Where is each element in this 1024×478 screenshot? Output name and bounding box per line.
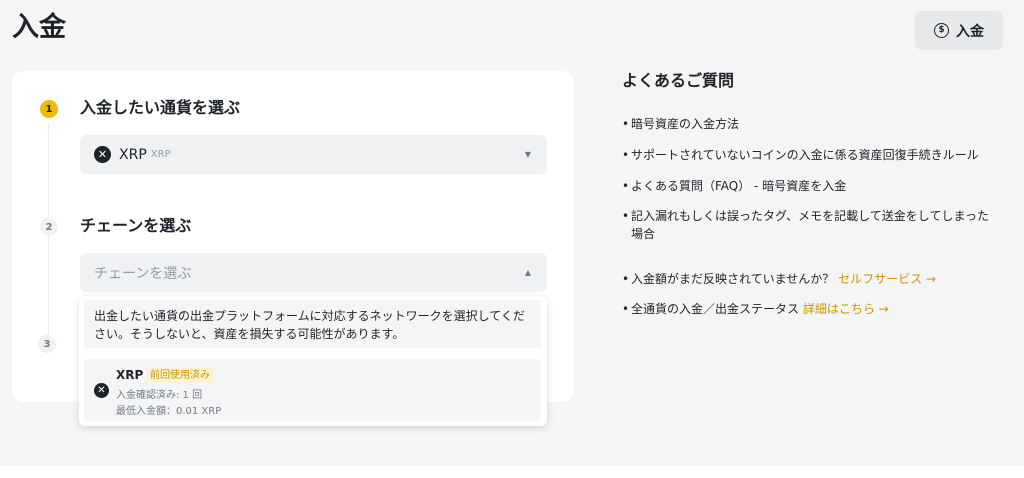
step-3-number: 3: [38, 335, 56, 353]
bullet: •: [622, 148, 630, 162]
chain-select-placeholder: チェーンを選ぶ: [94, 265, 192, 282]
chain-select[interactable]: チェーンを選ぶ ▲: [80, 253, 547, 292]
faq-item-text: 暗号資産の入金方法: [631, 117, 740, 131]
bullet: •: [622, 179, 630, 193]
chain-dropdown: 出金したい通貨の出金プラットフォームに対応するネットワークを選択してください。そ…: [79, 296, 547, 426]
faq-item-recovery-rules[interactable]: • サポートされていないコインの入金に係る資産回復手続きルール: [622, 146, 1002, 164]
step-1-title: 入金したい通貨を選ぶ: [80, 98, 241, 117]
faq-item-faq-deposit[interactable]: • よくある質問（FAQ） - 暗号資産を入金: [622, 177, 1002, 195]
xrp-coin-icon: ✕: [94, 146, 111, 163]
faq-extra-text: 全通貨の入金／出金ステータス: [631, 302, 803, 316]
step-2-number: 2: [40, 218, 58, 236]
coin-icon: $: [934, 23, 949, 38]
previously-used-badge: 前回使用済み: [146, 368, 214, 383]
faq-extra-status: • 全通貨の入金／出金ステータス 詳細はこちら →: [622, 300, 1002, 318]
page-title: 入金: [12, 12, 66, 43]
coin-select-name: XRP: [119, 146, 147, 163]
xrp-coin-icon: ✕: [94, 383, 109, 398]
step-1-number: 1: [40, 100, 58, 118]
bullet: •: [622, 302, 630, 316]
faq-item-deposit-method[interactable]: • 暗号資産の入金方法: [622, 115, 1002, 133]
deposit-button[interactable]: $ 入金: [915, 11, 1003, 50]
chevron-up-icon: ▲: [524, 268, 531, 277]
self-service-link[interactable]: セルフサービス →: [838, 272, 936, 286]
bullet: •: [622, 272, 630, 286]
faq-item-text: サポートされていないコインの入金に係る資産回復手続きルール: [631, 148, 979, 162]
chain-option-min-deposit: 最低入金額：0.01 XRP: [116, 406, 222, 417]
details-link[interactable]: 詳細はこちら →: [803, 302, 889, 316]
chevron-down-icon: ▼: [524, 150, 531, 159]
faq-extra-text: 入金額がまだ反映されていませんか？: [631, 272, 839, 286]
coin-select-sub: XRP: [150, 149, 171, 160]
chain-option-xrp[interactable]: ✕ XRP 前回使用済み 入金確認済み: 1 回 最低入金額：0.01 XRP: [84, 359, 541, 421]
chain-option-confirmations: 入金確認済み: 1 回: [116, 390, 203, 401]
network-warning-notice: 出金したい通貨の出金プラットフォームに対応するネットワークを選択してください。そ…: [84, 300, 541, 348]
faq-item-text: よくある質問（FAQ） - 暗号資産を入金: [631, 179, 847, 193]
coin-select[interactable]: ✕ XRP XRP ▼: [80, 135, 547, 174]
bullet: •: [622, 209, 630, 223]
deposit-button-label: 入金: [956, 23, 984, 40]
faq-title: よくあるご質問: [622, 71, 735, 90]
step-2-title: チェーンを選ぶ: [80, 216, 192, 235]
faq-item-text: 記入漏れもしくは誤ったタグ、メモを記載して送金をしてしまった場合: [631, 209, 989, 241]
faq-item-wrong-tag[interactable]: • 記入漏れもしくは誤ったタグ、メモを記載して送金をしてしまった場合: [622, 207, 994, 243]
page-bottom-area: [0, 466, 1024, 478]
faq-extra-not-reflected: • 入金額がまだ反映されていませんか？ セルフサービス →: [622, 270, 1002, 288]
chain-option-name: XRP: [116, 368, 144, 382]
bullet: •: [622, 117, 630, 131]
